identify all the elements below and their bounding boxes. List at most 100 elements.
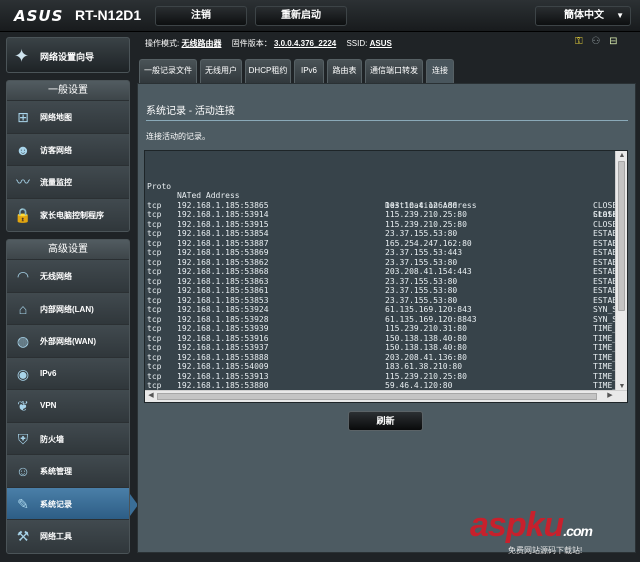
refresh-button[interactable]: 刷新 xyxy=(348,411,423,431)
table-cell: 192.168.1.185:53914 xyxy=(177,210,269,219)
table-cell: 115.239.210.25:80 xyxy=(385,219,467,229)
table-cell: TIME_ xyxy=(593,333,617,343)
tab-ipv6[interactable]: IPv6 xyxy=(294,59,324,83)
table-cell: 192.168.1.185:53869 xyxy=(177,248,269,257)
sidebar-item-wan[interactable]: ◍ 外部网络(WAN) xyxy=(7,325,129,358)
table-cell: tcp xyxy=(147,267,162,276)
clients-icon[interactable]: ⚇ xyxy=(591,36,600,47)
tab-connections[interactable]: 连接 xyxy=(426,59,454,83)
scroll-right-icon[interactable]: ▶ xyxy=(605,391,615,401)
sidebar-item-label: 访客网络 xyxy=(40,145,72,155)
parental-control-icon: 🔒 xyxy=(14,206,32,223)
table-cell: 23.37.155.53:80 xyxy=(385,276,458,286)
main-panel: 系统记录 - 活动连接 连接活动的记录。 Proto NATed Address… xyxy=(137,83,636,553)
table-cell: tcp xyxy=(147,314,162,324)
system-log-icon: ✎ xyxy=(17,495,29,512)
table-cell: 150.138.138.40:80 xyxy=(385,343,467,352)
table-row: tcp 192.168.1.185:53869 23.37.155.53:443 ES… xyxy=(146,248,617,258)
quick-setup-label: 网络设置向导 xyxy=(40,52,95,62)
sidebar-item-guest-network[interactable]: ☻ 访客网络 xyxy=(7,133,129,166)
table-cell: TIME_ xyxy=(593,352,617,362)
reboot-button[interactable]: 重新启动 xyxy=(255,6,347,26)
ssid-link[interactable]: ASUS xyxy=(370,39,392,48)
sidebar-item-ipv6[interactable]: ◉ IPv6 xyxy=(7,357,129,390)
table-cell: ESTAB xyxy=(593,248,617,257)
sidebar-item-wireless[interactable]: ◠ 无线网络 xyxy=(7,260,129,293)
vertical-scrollbar[interactable]: ▲ ▼ xyxy=(615,151,627,392)
table-cell: tcp xyxy=(147,295,162,305)
table-row: tcp 192.168.1.185:53939 115.239.210.31:80 T… xyxy=(146,324,617,334)
scroll-up-icon[interactable]: ▲ xyxy=(617,151,627,161)
firewall-icon: ⛨ xyxy=(17,430,29,447)
sidebar-item-traffic-monitor[interactable]: 〰 流量监控 xyxy=(7,166,129,199)
tab-general-log[interactable]: 一般记录文件 xyxy=(139,59,197,83)
traffic-monitor-icon: 〰 xyxy=(16,174,30,190)
ssid-label: SSID: xyxy=(346,39,368,48)
sidebar-item-vpn[interactable]: ❦ VPN xyxy=(7,390,129,423)
sidebar-item-lan[interactable]: ⌂ 内部网络(LAN) xyxy=(7,292,129,325)
top-bar: ASUS RT-N12D1 注销 重新启动 簡体中文 ▼ xyxy=(0,0,640,32)
table-cell: CLOSE xyxy=(593,210,617,219)
sidebar-item-label: 外部网络(WAN) xyxy=(40,337,96,346)
key-icon[interactable]: ⚿ xyxy=(575,36,583,47)
table-header-row: Proto NATed Address Destination Address … xyxy=(146,172,617,220)
table-cell: tcp xyxy=(147,276,162,286)
table-cell: tcp xyxy=(147,305,162,314)
table-cell: SYN_S xyxy=(593,305,617,314)
table-cell: 23.37.155.53:80 xyxy=(385,257,458,267)
logout-button[interactable]: 注销 xyxy=(155,6,247,26)
sidebar-item-label: 无线网络 xyxy=(40,272,72,281)
table-row: tcp 192.168.1.185:53924 61.135.169.120:843… xyxy=(146,305,617,315)
language-select[interactable]: 簡体中文 ▼ xyxy=(535,6,631,26)
table-cell: 192.168.1.185:53928 xyxy=(177,314,269,324)
sidebar-item-label: 内部网络(LAN) xyxy=(40,304,94,314)
horizontal-scroll-thumb[interactable] xyxy=(157,393,597,400)
advanced-settings-title: 高级设置 xyxy=(7,240,129,260)
sidebar-item-network-tools[interactable]: ⚒ 网络工具 xyxy=(7,520,129,553)
table-cell: tcp xyxy=(147,371,162,381)
vertical-scroll-thumb[interactable] xyxy=(618,161,625,311)
tab-routing-table[interactable]: 路由表 xyxy=(327,59,362,83)
sidebar-item-parental-control[interactable]: 🔒 家长电脑控制程序 xyxy=(7,198,129,231)
sidebar-item-network-map[interactable]: ⊞ 网络地图 xyxy=(7,101,129,134)
firmware-link[interactable]: 3.0.0.4.376_2224 xyxy=(274,39,336,48)
table-cell: tcp xyxy=(147,362,162,371)
table-cell: TIME_ xyxy=(593,324,617,333)
vpn-icon: ❦ xyxy=(17,398,29,414)
table-cell: 192.168.1.185:53862 xyxy=(177,257,269,267)
table-row: tcp 192.168.1.185:53913 115.239.210.25:80 T… xyxy=(146,372,617,382)
quick-setup-button[interactable]: ✦ 网络设置向导 xyxy=(6,37,130,73)
table-cell: TIME_ xyxy=(593,343,617,352)
table-cell: 192.168.1.185:53937 xyxy=(177,343,269,352)
watermark-brand: aspku xyxy=(470,506,564,544)
tab-port-forwarding[interactable]: 通信端口转发 xyxy=(365,59,423,83)
table-cell: tcp xyxy=(147,238,162,248)
table-cell: ESTAB xyxy=(593,295,617,305)
scroll-left-icon[interactable]: ◀ xyxy=(146,391,156,401)
table-row: tcp 192.168.1.185:54009 183.61.38.210:80 TI… xyxy=(146,362,617,372)
usb-icon[interactable]: ⊟ xyxy=(609,36,617,47)
tab-dhcp-leases[interactable]: DHCP租约 xyxy=(245,59,291,83)
wan-icon: ◍ xyxy=(16,333,30,349)
table-cell: 192.168.1.185:53913 xyxy=(177,371,269,381)
table-cell: SYN_S xyxy=(593,314,617,324)
table-cell: 115.239.210.25:80 xyxy=(385,210,467,219)
table-cell: tcp xyxy=(147,200,162,210)
sidebar-item-firewall[interactable]: ⛨ 防火墙 xyxy=(7,422,129,455)
mode-link[interactable]: 无线路由器 xyxy=(181,39,221,48)
tab-wireless-clients[interactable]: 无线用户 xyxy=(200,59,242,83)
sidebar: ✦ 网络设置向导 一般设置 ⊞ 网络地图 ☻ 访客网络 〰 流量监控 🔒 家长电… xyxy=(0,33,138,562)
table-row: tcp 192.168.1.185:53915 115.239.210.25:80 C… xyxy=(146,220,617,230)
table-cell: 61.135.169.120:843 xyxy=(385,305,472,314)
sidebar-item-label: 网络工具 xyxy=(40,532,72,541)
table-cell: CLOSE xyxy=(593,219,617,229)
horizontal-scrollbar[interactable]: ◀ ▶ xyxy=(145,390,627,402)
connections-log[interactable]: Proto NATed Address Destination Address … xyxy=(144,150,628,403)
sidebar-item-system-log[interactable]: ✎ 系统记录 xyxy=(7,487,129,520)
sidebar-item-admin[interactable]: ☺ 系统管理 xyxy=(7,455,129,488)
table-row: tcp 192.168.1.185:53916 150.138.138.40:80 T… xyxy=(146,334,617,344)
table-row: tcp 192.168.1.185:53854 23.37.155.53:80 EST… xyxy=(146,229,617,239)
wireless-icon: ◠ xyxy=(16,268,30,284)
table-cell: ESTAB xyxy=(593,276,617,286)
sidebar-item-label: 系统记录 xyxy=(40,499,72,509)
